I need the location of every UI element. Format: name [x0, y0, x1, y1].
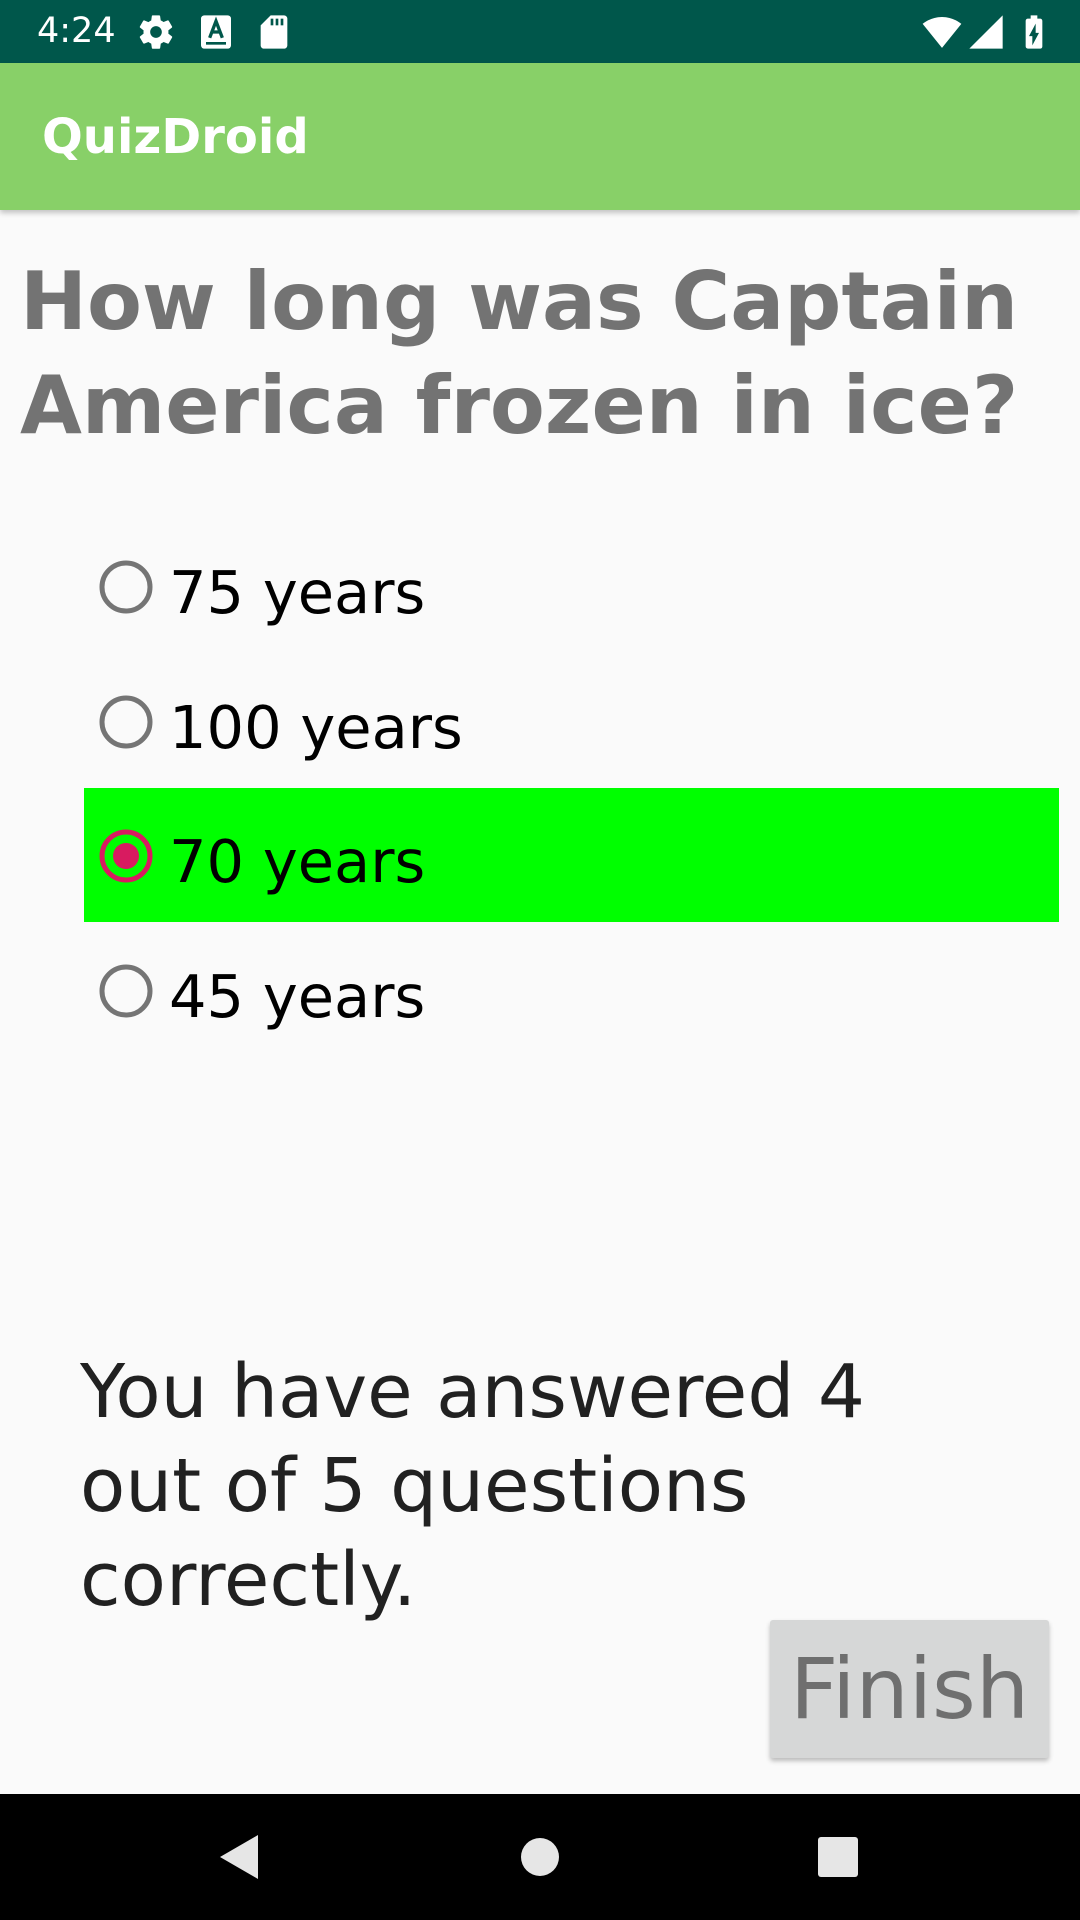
- sd-card-icon: [260, 15, 288, 49]
- score-summary: You have answered 4 out of 5 questions c…: [80, 1349, 865, 1623]
- answer-option-label: 45 years: [169, 962, 426, 1031]
- radio-unchecked-icon[interactable]: [98, 963, 154, 1019]
- home-icon[interactable]: [512, 1829, 568, 1885]
- answer-option-label: 75 years: [169, 558, 426, 627]
- radio-unchecked-icon[interactable]: [98, 694, 154, 750]
- signal-icon: [969, 15, 1003, 49]
- answer-option-70-years[interactable]: 70 years: [84, 788, 1059, 922]
- radio-checked-icon[interactable]: [98, 828, 154, 884]
- finish-button[interactable]: Finish: [770, 1620, 1049, 1758]
- app-title: QuizDroid: [42, 109, 309, 165]
- recents-icon[interactable]: [810, 1829, 866, 1885]
- answer-option-label: 100 years: [169, 693, 463, 762]
- navigation-bar: [0, 1794, 1080, 1920]
- answer-option-100-years[interactable]: 100 years: [84, 654, 1059, 788]
- question-text: How long was Captain America frozen in i…: [20, 255, 1019, 452]
- answer-option-75-years[interactable]: 75 years: [84, 519, 1059, 653]
- status-time: 4:24: [37, 11, 116, 51]
- answer-option-45-years[interactable]: 45 years: [84, 923, 1059, 1057]
- back-icon[interactable]: [210, 1829, 266, 1885]
- radio-unchecked-icon[interactable]: [98, 559, 154, 615]
- status-bar: 4:24: [0, 0, 1080, 63]
- answer-option-label: 70 years: [169, 827, 426, 896]
- battery-charging-icon: [1025, 15, 1043, 49]
- app-bar: QuizDroid: [0, 63, 1080, 210]
- wifi-icon: [922, 17, 962, 48]
- gear-icon: [139, 15, 173, 49]
- keyboard-a-icon: [201, 15, 231, 49]
